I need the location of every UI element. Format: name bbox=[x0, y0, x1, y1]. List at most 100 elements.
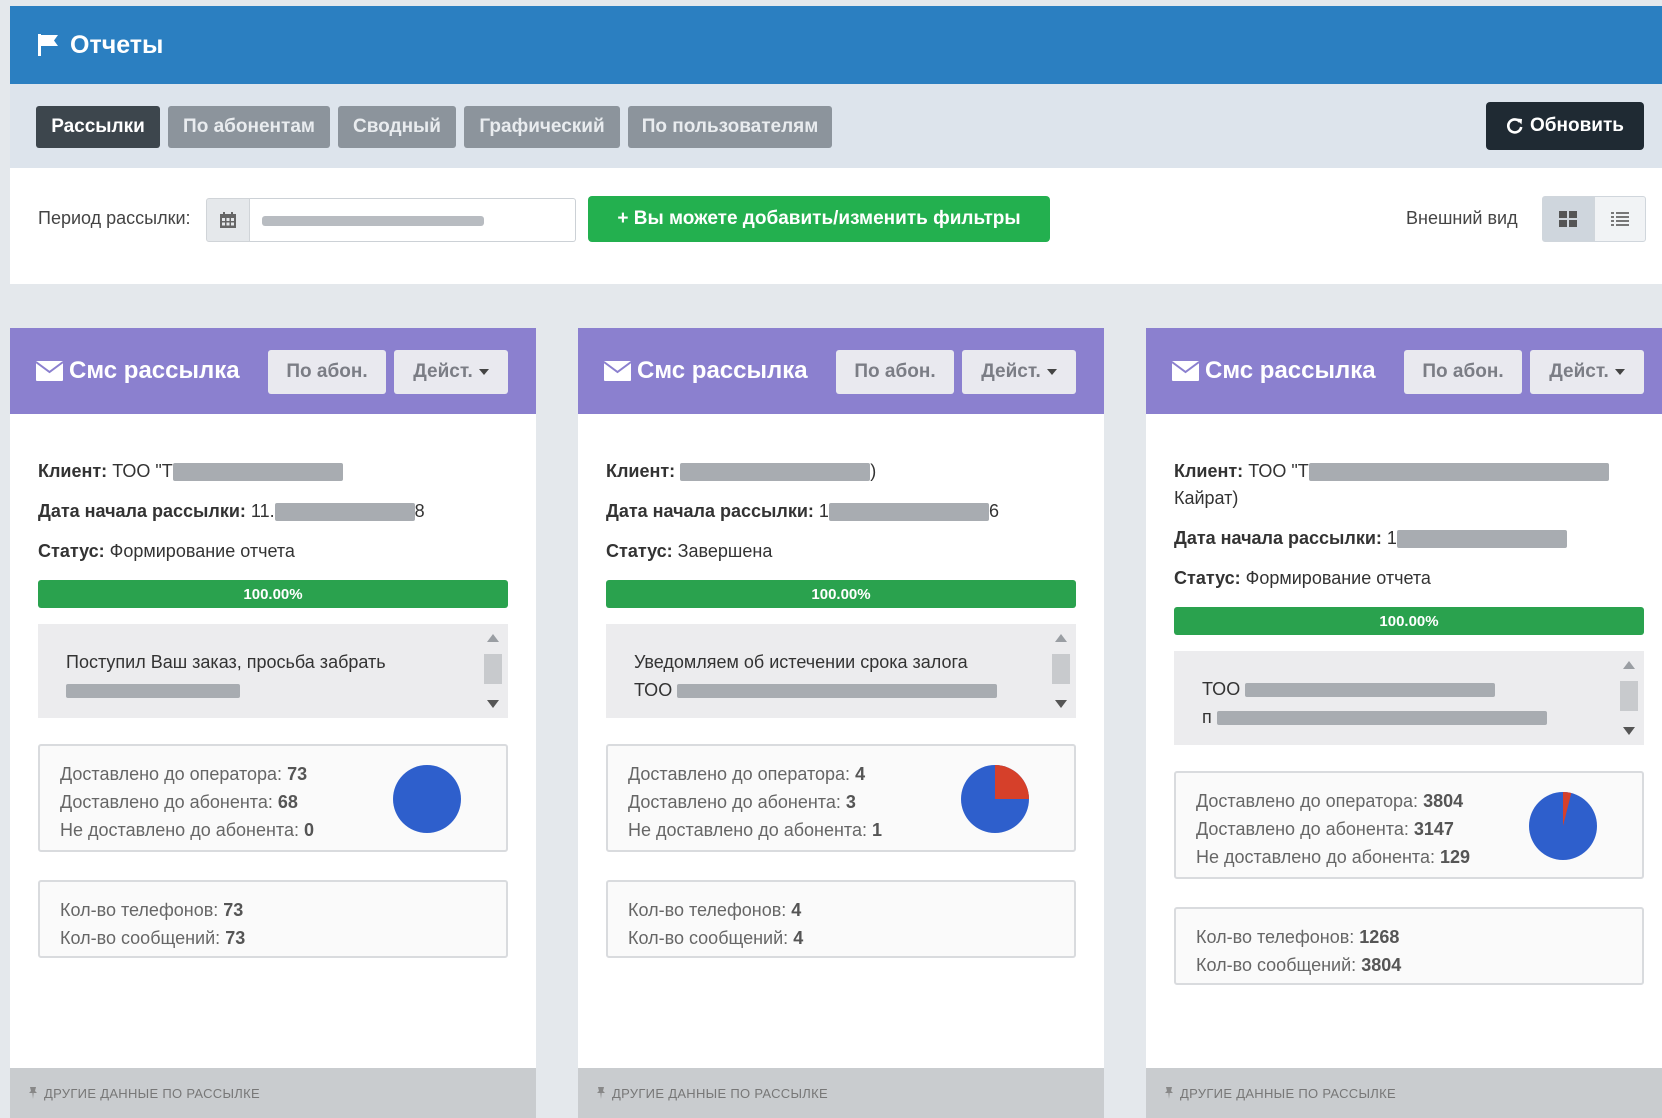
start-date-value: 1 bbox=[1386, 528, 1397, 548]
caret-down-icon bbox=[478, 369, 489, 375]
by-subscriber-button[interactable]: По абон. bbox=[1404, 350, 1522, 394]
status-value: Завершена bbox=[677, 541, 773, 561]
actions-dropdown[interactable]: Дейст. bbox=[962, 350, 1076, 394]
client-line: Клиент: ТОО "Т Кайрат) bbox=[1174, 458, 1644, 512]
redacted-text bbox=[1245, 683, 1496, 698]
status-line: Статус: Завершена bbox=[606, 541, 773, 561]
start-date-line: Дата начала рассылки: 11. 8 bbox=[38, 501, 425, 522]
redacted-date-range bbox=[262, 216, 484, 226]
status-line: Статус: Формирование отчета bbox=[38, 541, 295, 561]
message-text-line2: ТОО bbox=[634, 680, 673, 700]
view-mode-label: Внешний вид bbox=[1406, 208, 1518, 228]
tab-summary[interactable]: Сводный bbox=[338, 106, 456, 148]
refresh-label: Обновить bbox=[1530, 115, 1624, 136]
flag-icon bbox=[38, 34, 58, 56]
redacted-text bbox=[172, 463, 343, 482]
mailing-card: Смс рассылка По абон. Дейст. Клиент: ТОО… bbox=[1146, 328, 1662, 1118]
message-preview: ТОО п bbox=[1174, 651, 1644, 745]
card-title: Смс рассылка bbox=[69, 357, 240, 384]
pie-slices bbox=[393, 765, 461, 833]
delivery-stats: Доставлено до оператора: 73 Доставлено д… bbox=[38, 744, 508, 852]
delivered-operator-value: 4 bbox=[855, 764, 866, 784]
redacted-text bbox=[677, 684, 998, 699]
redacted-text bbox=[680, 463, 871, 482]
envelope-icon bbox=[1172, 361, 1199, 381]
delivery-stats: Доставлено до оператора: 3804 Доставлено… bbox=[1174, 771, 1644, 879]
messages-count-value: 4 bbox=[793, 928, 804, 948]
refresh-button[interactable]: Обновить bbox=[1486, 102, 1644, 150]
pin-icon bbox=[597, 1087, 605, 1099]
caret-down-icon bbox=[1046, 369, 1057, 375]
grid-icon bbox=[1559, 211, 1577, 227]
card-header: Смс рассылка По абон. Дейст. bbox=[10, 328, 536, 414]
count-stats: Кол-во телефонов: 4 Кол-во сообщений: 4 bbox=[606, 880, 1076, 958]
add-filters-button[interactable]: + Вы можете добавить/изменить фильтры bbox=[588, 196, 1050, 242]
page-title: Отчеты bbox=[70, 30, 164, 59]
start-date-line: Дата начала рассылки: 1 bbox=[1174, 525, 1644, 552]
tab-by-users[interactable]: По пользователям bbox=[628, 106, 832, 148]
other-data-footer[interactable]: ДРУГИЕ ДАННЫЕ ПО РАССЫЛКЕ bbox=[1146, 1068, 1662, 1118]
calendar-icon[interactable] bbox=[206, 198, 250, 242]
not-delivered-value: 0 bbox=[304, 820, 315, 840]
message-preview: Поступил Ваш заказ, просьба забрать bbox=[38, 624, 508, 718]
redacted-text bbox=[66, 684, 240, 699]
pie-slices bbox=[1529, 792, 1597, 860]
actions-label: Дейст. bbox=[413, 361, 473, 382]
phones-count-value: 4 bbox=[791, 900, 802, 920]
mailing-card: Смс рассылка По абон. Дейст. Клиент: ТОО… bbox=[10, 328, 536, 1118]
message-scrollbar[interactable] bbox=[1620, 657, 1638, 739]
phones-count-value: 73 bbox=[223, 900, 244, 920]
by-subscriber-button[interactable]: По абон. bbox=[268, 350, 386, 394]
grid-view-button[interactable] bbox=[1542, 196, 1594, 242]
redacted-text bbox=[1216, 711, 1547, 726]
delivered-operator-value: 73 bbox=[287, 764, 308, 784]
tab-by-subscribers[interactable]: По абонентам bbox=[168, 106, 330, 148]
messages-count-value: 73 bbox=[225, 928, 246, 948]
tab-mailings[interactable]: Рассылки bbox=[36, 106, 160, 148]
status-value: Формирование отчета bbox=[109, 541, 295, 561]
tab-graphic[interactable]: Графический bbox=[464, 106, 620, 148]
client-value: ) bbox=[870, 461, 877, 481]
pie-slices bbox=[961, 765, 1029, 833]
status-line: Статус: Формирование отчета bbox=[1174, 568, 1431, 588]
actions-dropdown[interactable]: Дейст. bbox=[394, 350, 508, 394]
progress-bar: 100.00% bbox=[38, 580, 508, 608]
page-header: Отчеты bbox=[10, 6, 1662, 84]
client-line: Клиент: ТОО "Т bbox=[38, 458, 508, 485]
count-stats: Кол-во телефонов: 1268 Кол-во сообщений:… bbox=[1174, 907, 1644, 985]
caret-down-icon bbox=[1614, 369, 1625, 375]
delivery-pie-chart bbox=[961, 765, 1029, 833]
progress-bar: 100.00% bbox=[606, 580, 1076, 608]
message-scrollbar[interactable] bbox=[484, 630, 502, 712]
start-date-value: 11. bbox=[250, 501, 275, 521]
delivered-subscriber-value: 3 bbox=[845, 792, 856, 812]
progress-bar: 100.00% bbox=[1174, 607, 1644, 635]
message-preview: Уведомляем об истечении срока залога ТОО bbox=[606, 624, 1076, 718]
delivered-subscriber-value: 68 bbox=[277, 792, 298, 812]
delivered-subscriber-value: 3147 bbox=[1413, 819, 1454, 839]
start-date-tail: 8 bbox=[414, 501, 425, 521]
message-text: Поступил Ваш заказ, просьба забрать bbox=[66, 652, 386, 672]
by-subscriber-button[interactable]: По абон. bbox=[836, 350, 954, 394]
envelope-icon bbox=[604, 361, 631, 381]
pie-slice-delivered bbox=[393, 765, 461, 833]
client-line: Клиент: ) bbox=[606, 461, 877, 482]
client-value: ТОО "Т bbox=[112, 461, 173, 481]
client-value: ТОО "Т bbox=[1248, 461, 1309, 481]
card-header: Смс рассылка По абон. Дейст. bbox=[578, 328, 1104, 414]
list-icon bbox=[1611, 212, 1629, 226]
message-text-line2: п bbox=[1202, 707, 1212, 727]
delivery-pie-chart bbox=[1529, 792, 1597, 860]
list-view-button[interactable] bbox=[1594, 196, 1646, 242]
other-data-footer[interactable]: ДРУГИЕ ДАННЫЕ ПО РАССЫЛКЕ bbox=[10, 1068, 536, 1118]
start-date-line: Дата начала рассылки: 16 bbox=[606, 501, 999, 522]
pin-icon bbox=[29, 1087, 37, 1099]
message-text: ТОО bbox=[1202, 679, 1241, 699]
actions-dropdown[interactable]: Дейст. bbox=[1530, 350, 1644, 394]
mailing-card: Смс рассылка По абон. Дейст. Клиент: ) Д… bbox=[578, 328, 1104, 1118]
message-scrollbar[interactable] bbox=[1052, 630, 1070, 712]
card-title: Смс рассылка bbox=[637, 357, 808, 384]
footer-label: ДРУГИЕ ДАННЫЕ ПО РАССЫЛКЕ bbox=[1180, 1085, 1396, 1101]
other-data-footer[interactable]: ДРУГИЕ ДАННЫЕ ПО РАССЫЛКЕ bbox=[578, 1068, 1104, 1118]
delivered-operator-value: 3804 bbox=[1423, 791, 1464, 811]
